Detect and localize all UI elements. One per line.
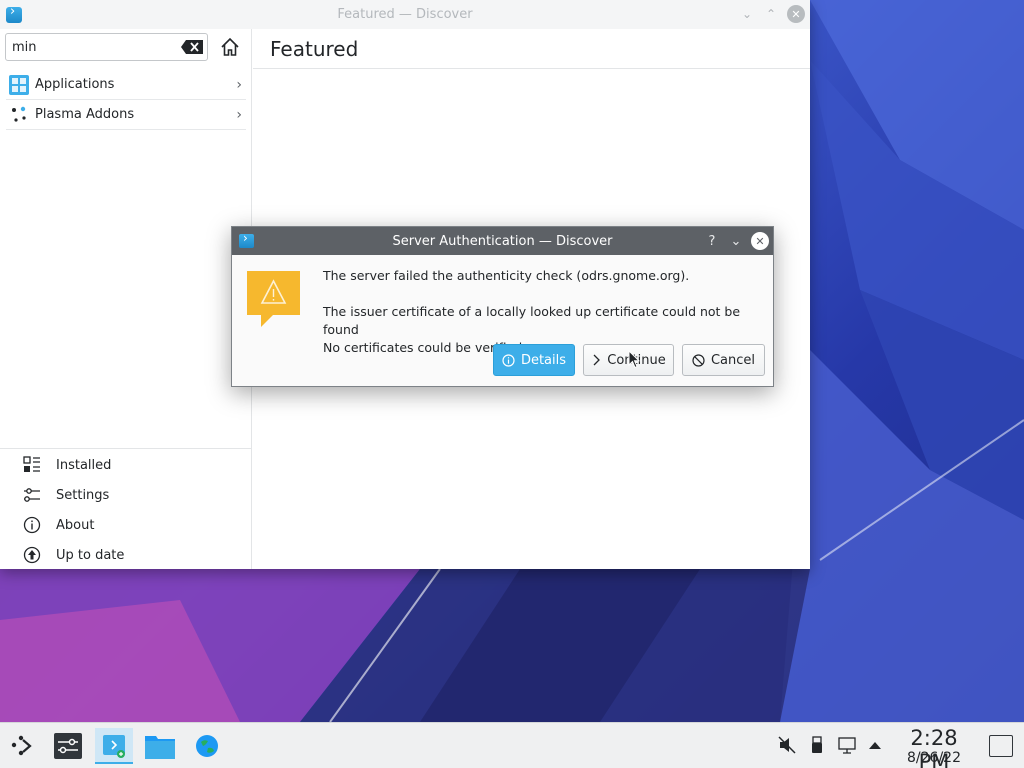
kde-launcher-icon [11,735,32,756]
message-line: The issuer certificate of a locally look… [323,304,741,337]
volume-muted-icon[interactable] [777,735,797,755]
nav-settings[interactable]: Settings [0,480,251,510]
category-applications[interactable]: Applications › [6,70,246,100]
clock-date[interactable]: 8/26/22 [893,750,975,766]
category-label: Applications [35,77,115,92]
help-button[interactable]: ? [703,232,721,250]
nav-about[interactable]: About [0,510,251,540]
nav-installed[interactable]: Installed [0,450,251,480]
show-desktop-button[interactable] [989,735,1013,757]
minimize-button[interactable]: ⌄ [727,232,745,250]
chevron-right-icon [591,354,601,366]
removable-device-icon[interactable] [807,735,827,755]
taskbar-system-settings[interactable] [49,728,87,764]
search-field[interactable] [5,33,208,61]
mouse-cursor-icon [628,350,640,369]
close-button[interactable]: ✕ [751,232,769,250]
clear-search-icon[interactable] [181,40,203,54]
sidebar: Applications › Plasma Addons › [0,29,252,569]
category-label: Plasma Addons [35,107,135,122]
settings-sliders-icon [24,488,40,502]
nav-label: Installed [56,457,112,473]
chevron-right-icon: › [236,107,242,123]
bottom-navigation: Installed Settings About Up to date [0,448,251,570]
update-arrow-icon [23,546,41,564]
system-settings-icon [54,733,82,759]
nav-label: Settings [56,487,110,503]
page-header: Featured [253,29,810,69]
taskbar: 2:28 PM 8/26/22 [0,722,1024,768]
category-plasma-addons[interactable]: Plasma Addons › [6,100,246,130]
info-icon [502,353,515,367]
taskbar-file-manager[interactable] [141,728,179,764]
dialog-titlebar[interactable]: Server Authentication — Discover ? ⌄ ✕ [232,227,773,255]
server-authentication-dialog: Server Authentication — Discover ? ⌄ ✕ T… [231,226,774,387]
taskbar-web-browser[interactable] [188,728,226,764]
maximize-button[interactable]: ⌃ [762,5,780,23]
dialog-title: Server Authentication — Discover [392,233,613,249]
window-titlebar[interactable]: Featured — Discover ⌄ ⌃ ✕ [0,0,810,29]
globe-icon [196,735,218,757]
plasma-addons-icon [12,106,26,122]
info-icon [23,516,41,534]
folder-icon [145,736,175,759]
taskbar-discover[interactable] [95,728,133,764]
warning-icon [247,271,300,327]
message-line: The server failed the authenticity check… [323,268,690,283]
installed-list-icon [23,456,40,472]
minimize-button[interactable]: ⌄ [738,5,756,23]
nav-label: About [56,517,95,533]
application-launcher-button[interactable] [3,728,41,764]
cancel-icon [692,353,705,367]
category-list: Applications › Plasma Addons › [6,70,246,130]
home-icon[interactable] [219,36,241,58]
nav-label: Up to date [56,547,125,563]
chevron-right-icon: › [236,77,242,93]
discover-app-icon [6,4,22,23]
close-button[interactable]: ✕ [787,5,805,23]
applications-grid-icon [9,74,29,95]
nav-up-to-date[interactable]: Up to date [0,540,251,570]
page-title: Featured [270,36,359,61]
search-input[interactable] [12,38,172,56]
cancel-button[interactable]: Cancel [682,344,765,376]
network-wired-icon[interactable] [837,735,857,755]
details-button[interactable]: Details [493,344,575,376]
window-title: Featured — Discover [337,7,473,22]
discover-app-icon [103,735,125,758]
discover-app-icon [239,231,254,248]
tray-expand-arrow-icon[interactable] [865,735,885,755]
